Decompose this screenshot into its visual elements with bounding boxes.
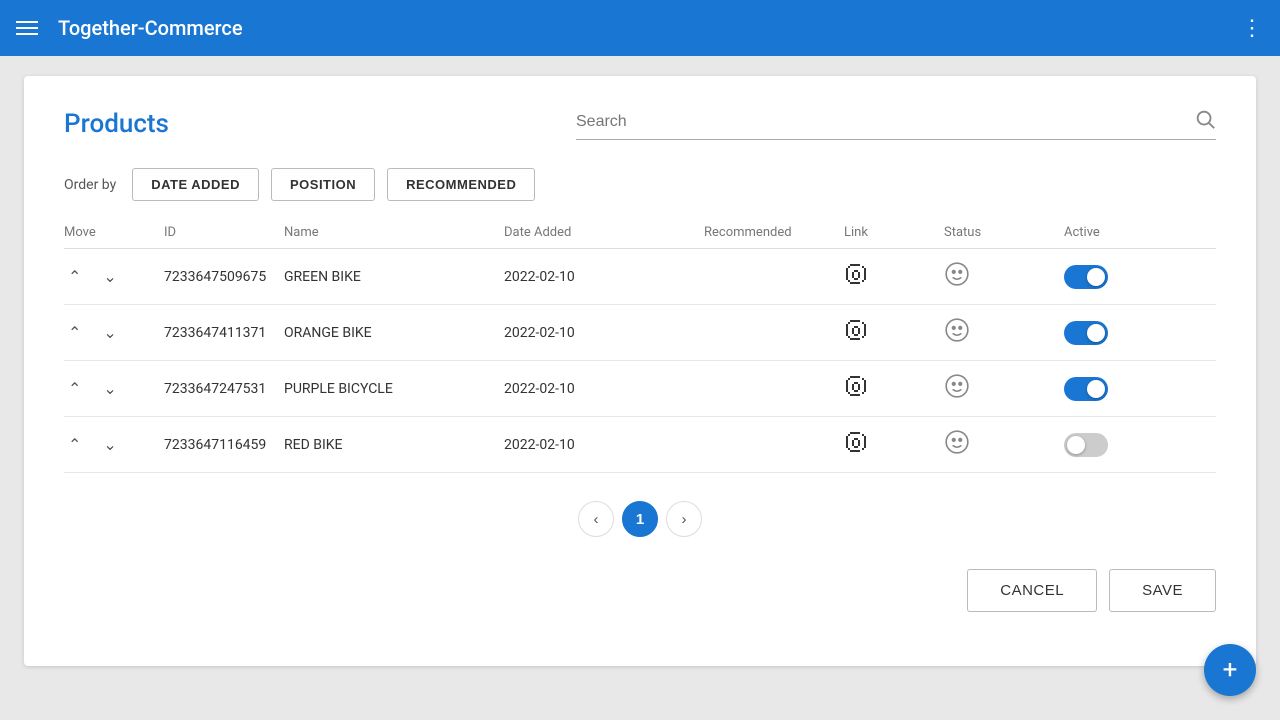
move-down-button[interactable]: ⌄ (99, 263, 120, 291)
prev-page-button[interactable]: ‹ (578, 501, 614, 537)
table-row: ⌃ ⌄ 7233647509675 GREEN BIKE 2022-02-10 (64, 249, 1216, 305)
date-cell: 2022-02-10 (504, 325, 704, 341)
status-icon[interactable] (944, 261, 970, 293)
topbar: Together-Commerce ⋮ (0, 0, 1280, 56)
more-icon[interactable]: ⋮ (1241, 16, 1264, 41)
footer-row: CANCEL SAVE (64, 569, 1216, 612)
link-cell[interactable] (844, 318, 944, 348)
table-row: ⌃ ⌄ 7233647247531 PURPLE BICYCLE 2022-02… (64, 361, 1216, 417)
link-icon[interactable] (844, 430, 868, 460)
link-cell[interactable] (844, 262, 944, 292)
active-toggle[interactable] (1064, 433, 1108, 457)
move-up-button[interactable]: ⌃ (64, 375, 85, 403)
col-id: ID (164, 225, 284, 240)
move-up-button[interactable]: ⌃ (64, 319, 85, 347)
col-move: Move (64, 225, 164, 240)
date-cell: 2022-02-10 (504, 381, 704, 397)
status-cell[interactable] (944, 261, 1064, 293)
fab-icon: + (1223, 655, 1238, 685)
fab-button[interactable]: + (1204, 644, 1256, 696)
order-by-label: Order by (64, 177, 116, 193)
date-cell: 2022-02-10 (504, 437, 704, 453)
save-button[interactable]: SAVE (1109, 569, 1216, 612)
move-down-button[interactable]: ⌄ (99, 431, 120, 459)
status-cell[interactable] (944, 429, 1064, 461)
next-page-button[interactable]: › (666, 501, 702, 537)
active-toggle[interactable] (1064, 321, 1108, 345)
products-table: Move ID Name Date Added Recommended Link… (64, 225, 1216, 473)
id-cell: 7233647411371 (164, 325, 284, 341)
status-cell[interactable] (944, 317, 1064, 349)
topbar-left: Together-Commerce (16, 16, 243, 40)
col-status: Status (944, 225, 1064, 240)
pagination: ‹ 1 › (64, 501, 1216, 537)
name-cell: ORANGE BIKE (284, 325, 504, 341)
link-icon[interactable] (844, 262, 868, 292)
link-icon[interactable] (844, 374, 868, 404)
name-cell: GREEN BIKE (284, 269, 504, 285)
status-icon[interactable] (944, 373, 970, 405)
move-cell: ⌃ ⌄ (64, 263, 164, 291)
order-by-position-button[interactable]: POSITION (271, 168, 375, 201)
move-up-button[interactable]: ⌃ (64, 263, 85, 291)
move-up-button[interactable]: ⌃ (64, 431, 85, 459)
move-down-button[interactable]: ⌄ (99, 319, 120, 347)
link-cell[interactable] (844, 430, 944, 460)
order-by-date-added-button[interactable]: DATE ADDED (132, 168, 259, 201)
id-cell: 7233647509675 (164, 269, 284, 285)
active-cell[interactable] (1064, 265, 1184, 289)
move-cell: ⌃ ⌄ (64, 375, 164, 403)
active-toggle[interactable] (1064, 377, 1108, 401)
search-input[interactable] (576, 113, 1194, 131)
search-container (576, 108, 1216, 140)
status-cell[interactable] (944, 373, 1064, 405)
search-icon (1194, 108, 1216, 135)
active-cell[interactable] (1064, 321, 1184, 345)
header-row: Products (64, 108, 1216, 140)
app-title: Together-Commerce (58, 16, 243, 40)
order-by-row: Order by DATE ADDED POSITION RECOMMENDED (64, 168, 1216, 201)
col-name: Name (284, 225, 504, 240)
page-1-button[interactable]: 1 (622, 501, 658, 537)
order-by-recommended-button[interactable]: RECOMMENDED (387, 168, 535, 201)
active-toggle[interactable] (1064, 265, 1108, 289)
name-cell: RED BIKE (284, 437, 504, 453)
col-date-added: Date Added (504, 225, 704, 240)
move-cell: ⌃ ⌄ (64, 431, 164, 459)
main-card: Products Order by DATE ADDED POSITION RE… (24, 76, 1256, 666)
id-cell: 7233647247531 (164, 381, 284, 397)
id-cell: 7233647116459 (164, 437, 284, 453)
move-down-button[interactable]: ⌄ (99, 375, 120, 403)
active-cell[interactable] (1064, 433, 1184, 457)
table-row: ⌃ ⌄ 7233647411371 ORANGE BIKE 2022-02-10 (64, 305, 1216, 361)
link-icon[interactable] (844, 318, 868, 348)
date-cell: 2022-02-10 (504, 269, 704, 285)
menu-icon[interactable] (16, 21, 38, 35)
col-active: Active (1064, 225, 1184, 240)
status-icon[interactable] (944, 429, 970, 461)
table-row: ⌃ ⌄ 7233647116459 RED BIKE 2022-02-10 (64, 417, 1216, 473)
cancel-button[interactable]: CANCEL (967, 569, 1097, 612)
table-header: Move ID Name Date Added Recommended Link… (64, 225, 1216, 249)
link-cell[interactable] (844, 374, 944, 404)
col-recommended: Recommended (704, 225, 844, 240)
name-cell: PURPLE BICYCLE (284, 381, 504, 397)
status-icon[interactable] (944, 317, 970, 349)
page-title: Products (64, 109, 169, 139)
col-link: Link (844, 225, 944, 240)
move-cell: ⌃ ⌄ (64, 319, 164, 347)
active-cell[interactable] (1064, 377, 1184, 401)
